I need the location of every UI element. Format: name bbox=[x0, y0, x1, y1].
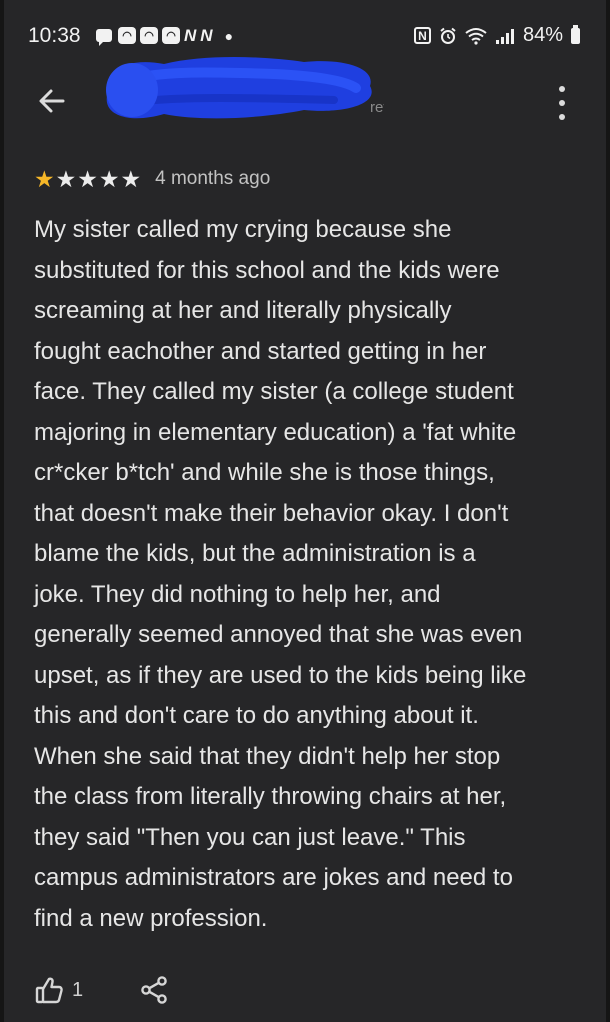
review-text-line: screaming at her and literally physicall… bbox=[34, 297, 452, 324]
battery-icon bbox=[571, 24, 580, 44]
battery-percent: 84% bbox=[522, 24, 563, 46]
star-icon: ★ bbox=[98, 165, 120, 192]
review-text-line: that doesn't make their behavior okay. I… bbox=[34, 499, 509, 527]
review-text-line: substituted for this school and the kids… bbox=[34, 256, 500, 284]
review-text: My sister called my crying because she su… bbox=[34, 210, 590, 939]
n-icon: N bbox=[184, 26, 197, 45]
review-text-line: When she said that they didn't help her … bbox=[34, 742, 501, 770]
like-count: 1 bbox=[72, 978, 84, 1001]
n-icon: N bbox=[200, 26, 213, 45]
dot-icon: ● bbox=[224, 27, 234, 44]
alarm-icon bbox=[440, 27, 456, 44]
review-text-line: the class from literally throwing chairs… bbox=[34, 783, 507, 810]
review-text-line: campus administrators are jokes and need… bbox=[34, 864, 513, 891]
screen: 10:38 ◠ ◠ ◠ N N ● N 84% re ★ ★ ★ ★ ★ 4 m… bbox=[0, 0, 610, 1022]
redacted-reviewer-info: reviews bbox=[106, 57, 384, 119]
like-button[interactable]: 1 bbox=[34, 975, 83, 1005]
review-text-line: face. They called my sister (a college s… bbox=[34, 378, 514, 405]
star-icon: ★ bbox=[120, 165, 142, 192]
star-rating: ★ ★ ★ ★ ★ bbox=[34, 165, 142, 192]
chat-icon bbox=[96, 29, 112, 46]
overflow-menu-button[interactable] bbox=[549, 86, 575, 120]
app-icon: ◠ bbox=[140, 27, 158, 44]
status-right: N 84% bbox=[413, 24, 580, 47]
menu-dot bbox=[559, 100, 565, 106]
review-text-line: My sister called my crying because she bbox=[34, 216, 452, 243]
star-icon: ★ bbox=[34, 165, 55, 192]
svg-text:reviews: reviews bbox=[370, 99, 384, 116]
review-text-line: this and don't care to do anything about… bbox=[34, 702, 479, 729]
review-text-line: joke. They did nothing to help her, and bbox=[34, 580, 441, 608]
signal-icon bbox=[495, 28, 514, 44]
thumbs-up-icon bbox=[35, 977, 63, 1004]
back-arrow-icon[interactable] bbox=[36, 85, 68, 117]
nfc-icon: N bbox=[413, 27, 431, 44]
review-text-line: find a new profession. bbox=[34, 904, 268, 932]
star-icon: ★ bbox=[55, 165, 77, 192]
app-icon: ◠ bbox=[162, 27, 180, 44]
app-icon: ◠ bbox=[118, 27, 136, 44]
review-text-line: cr*cker b*tch' and while she is those th… bbox=[34, 459, 495, 486]
review-text-line: fought eachother and started getting in … bbox=[34, 337, 487, 365]
star-icon: ★ bbox=[77, 165, 98, 192]
notification-icons: ◠ ◠ ◠ N N ● bbox=[96, 26, 234, 46]
review-text-line: they said "Then you can just leave." Thi… bbox=[34, 823, 466, 851]
menu-dot bbox=[559, 114, 565, 120]
wifi-icon bbox=[465, 27, 487, 45]
menu-dot bbox=[559, 86, 565, 92]
rating-row: ★ ★ ★ ★ ★ 4 months ago bbox=[34, 166, 270, 192]
share-icon[interactable] bbox=[139, 975, 169, 1005]
review-text-line: majoring in elementary education) a 'fat… bbox=[34, 418, 517, 446]
review-time: 4 months ago bbox=[155, 168, 271, 189]
review-text-line: generally seemed annoyed that she was ev… bbox=[34, 621, 523, 648]
review-text-line: blame the kids, but the administration i… bbox=[34, 540, 476, 567]
status-time: 10:38 bbox=[28, 24, 81, 47]
review-text-line: upset, as if they are used to the kids b… bbox=[34, 661, 527, 689]
review-actions: 1 bbox=[34, 970, 169, 1010]
